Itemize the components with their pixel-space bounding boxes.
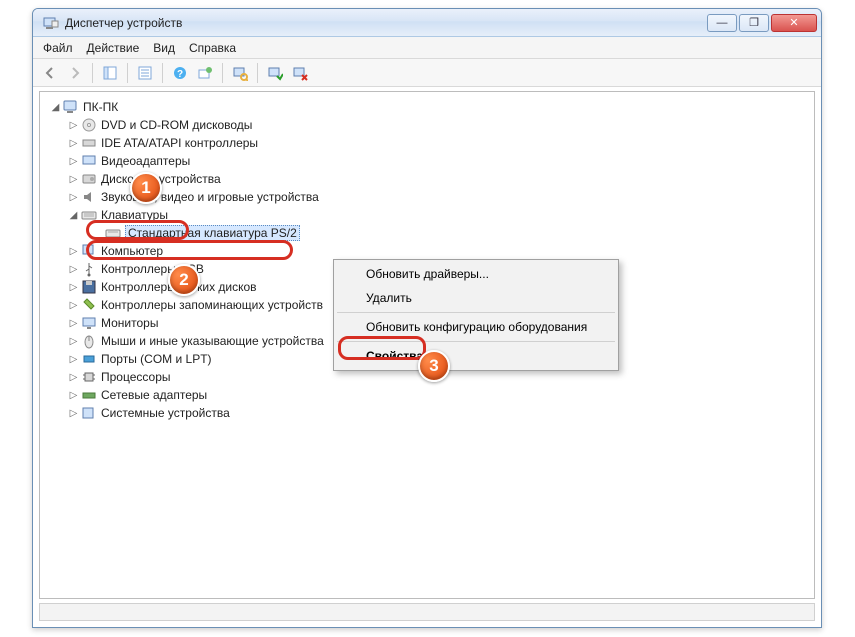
tree-item-keyboards[interactable]: ◢Клавиатуры xyxy=(40,206,814,224)
expander-icon[interactable]: ▷ xyxy=(68,408,79,419)
expander-icon[interactable]: ▷ xyxy=(68,300,79,311)
expander-icon[interactable]: ▷ xyxy=(68,354,79,365)
floppy-icon xyxy=(81,279,97,295)
tree-item-sound[interactable]: ▷Звуковые, видео и игровые устройства xyxy=(40,188,814,206)
menu-file[interactable]: Файл xyxy=(43,41,73,55)
update-driver-button[interactable] xyxy=(194,62,216,84)
properties-button[interactable] xyxy=(134,62,156,84)
window-title: Диспетчер устройств xyxy=(65,16,707,30)
uninstall-device-button[interactable] xyxy=(289,62,311,84)
menu-help[interactable]: Справка xyxy=(189,41,236,55)
tree-item-system[interactable]: ▷Системные устройства xyxy=(40,404,814,422)
dvd-icon xyxy=(81,117,97,133)
menu-item-properties[interactable]: Свойства xyxy=(336,344,616,368)
disk-icon xyxy=(81,171,97,187)
expander-icon[interactable]: ▷ xyxy=(68,192,79,203)
sound-icon xyxy=(81,189,97,205)
expander-icon[interactable]: ◢ xyxy=(50,102,61,113)
svg-text:?: ? xyxy=(177,69,183,80)
tree-item-computer[interactable]: ▷Компьютер xyxy=(40,242,814,260)
menu-action[interactable]: Действие xyxy=(87,41,140,55)
keyboard-icon xyxy=(81,207,97,223)
menu-item-update-drivers[interactable]: Обновить драйверы... xyxy=(336,262,616,286)
expander-icon[interactable]: ◢ xyxy=(68,210,79,221)
expander-icon[interactable]: ▷ xyxy=(68,318,79,329)
usb-icon xyxy=(81,261,97,277)
display-icon xyxy=(81,153,97,169)
enable-device-button[interactable] xyxy=(264,62,286,84)
toolbar: ? xyxy=(33,59,821,87)
expander-icon[interactable]: ▷ xyxy=(68,174,79,185)
menu-separator xyxy=(337,312,615,313)
monitor-icon xyxy=(81,315,97,331)
menu-separator xyxy=(337,341,615,342)
tree-item-dvd[interactable]: ▷DVD и CD-ROM дисководы xyxy=(40,116,814,134)
devicemanager-icon xyxy=(43,15,59,31)
menu-item-uninstall[interactable]: Удалить xyxy=(336,286,616,310)
menubar: Файл Действие Вид Справка xyxy=(33,37,821,59)
statusbar xyxy=(39,603,815,621)
menu-view[interactable]: Вид xyxy=(153,41,175,55)
expander-icon[interactable]: ▷ xyxy=(68,246,79,257)
show-hide-tree-button[interactable] xyxy=(99,62,121,84)
storage-icon xyxy=(81,297,97,313)
expander-icon[interactable]: ▷ xyxy=(68,264,79,275)
maximize-button[interactable]: ❐ xyxy=(739,14,769,32)
mouse-icon xyxy=(81,333,97,349)
menu-item-scan-hardware[interactable]: Обновить конфигурацию оборудования xyxy=(336,315,616,339)
cpu-icon xyxy=(81,369,97,385)
port-icon xyxy=(81,351,97,367)
close-button[interactable]: ✕ xyxy=(771,14,817,32)
tree-item-ide[interactable]: ▷IDE ATA/ATAPI контроллеры xyxy=(40,134,814,152)
system-icon xyxy=(81,405,97,421)
expander-icon[interactable]: ▷ xyxy=(68,120,79,131)
tree-root[interactable]: ◢ ПК-ПК xyxy=(40,98,814,116)
expander-icon[interactable]: ▷ xyxy=(68,138,79,149)
context-menu: Обновить драйверы... Удалить Обновить ко… xyxy=(333,259,619,371)
tree-item-keyboard-ps2[interactable]: Стандартная клавиатура PS/2 xyxy=(40,224,814,242)
keyboard-icon xyxy=(105,225,121,241)
help-button[interactable]: ? xyxy=(169,62,191,84)
computer-icon xyxy=(81,243,97,259)
network-icon xyxy=(81,387,97,403)
expander-icon[interactable]: ▷ xyxy=(68,282,79,293)
expander-icon[interactable]: ▷ xyxy=(68,336,79,347)
tree-item-disk[interactable]: ▷Дисковые устройства xyxy=(40,170,814,188)
expander-icon[interactable]: ▷ xyxy=(68,372,79,383)
forward-button[interactable] xyxy=(64,62,86,84)
root-label: ПК-ПК xyxy=(83,100,118,114)
tree-item-video[interactable]: ▷Видеоадаптеры xyxy=(40,152,814,170)
tree-item-network[interactable]: ▷Сетевые адаптеры xyxy=(40,386,814,404)
ide-icon xyxy=(81,135,97,151)
expander-icon[interactable]: ▷ xyxy=(68,390,79,401)
scan-hardware-button[interactable] xyxy=(229,62,251,84)
minimize-button[interactable]: — xyxy=(707,14,737,32)
computer-icon xyxy=(63,99,79,115)
device-manager-window: Диспетчер устройств — ❐ ✕ Файл Действие … xyxy=(32,8,822,628)
expander-icon[interactable]: ▷ xyxy=(68,156,79,167)
back-button[interactable] xyxy=(39,62,61,84)
titlebar[interactable]: Диспетчер устройств — ❐ ✕ xyxy=(33,9,821,37)
